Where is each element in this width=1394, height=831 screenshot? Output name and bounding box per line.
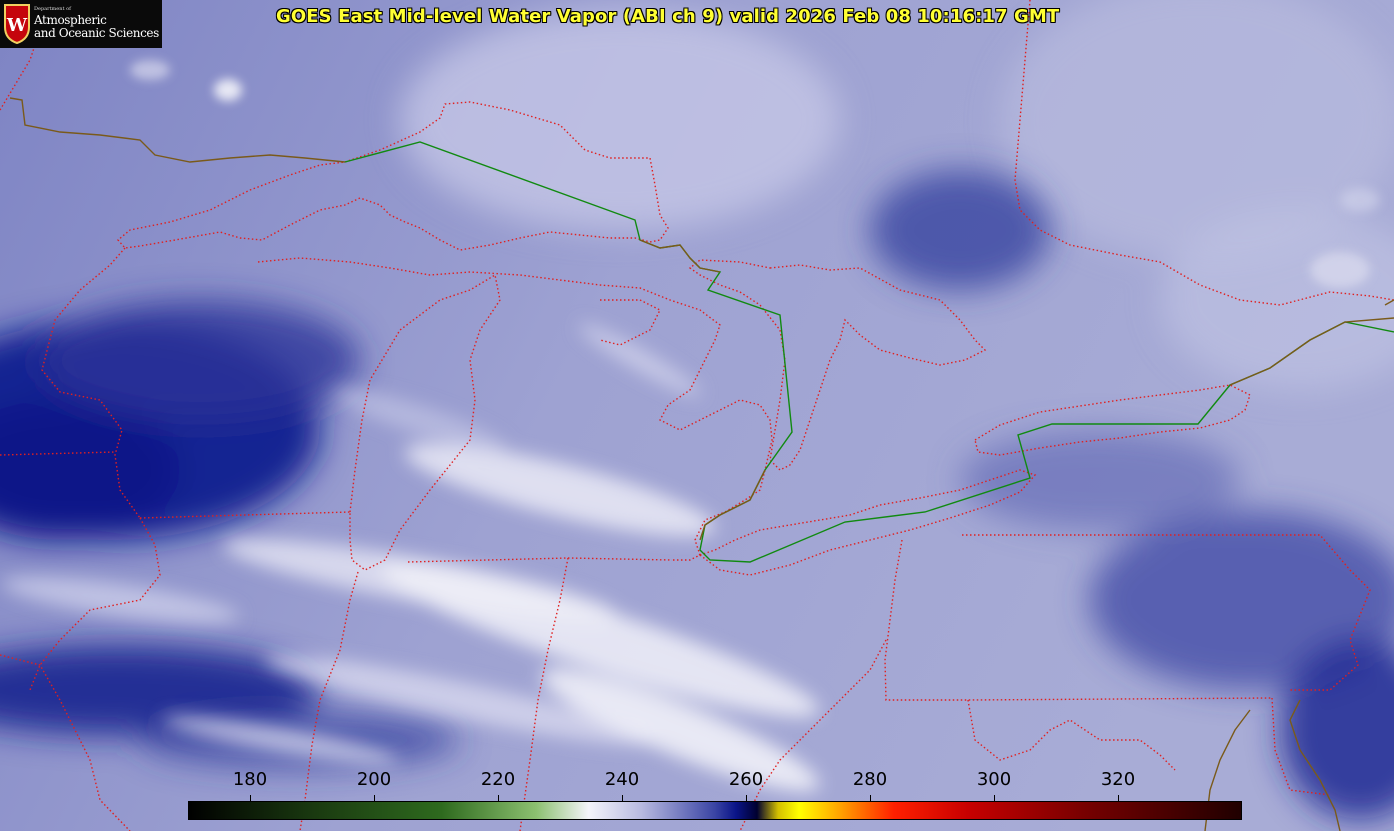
uw-crest-icon: W <box>4 4 30 45</box>
colorbar-tick-label: 300 <box>976 769 1012 790</box>
colorbar-tick-label: 220 <box>480 769 516 790</box>
image-title: GOES East Mid-level Water Vapor (ABI ch … <box>276 6 1060 27</box>
colorbar-tick-mark <box>994 795 995 801</box>
colorbar-tick-mark <box>1118 795 1119 801</box>
water-vapor-satellite-map <box>0 0 1394 831</box>
logo-line-2: and Oceanic Sciences <box>34 26 159 40</box>
colorbar-tick-mark <box>622 795 623 801</box>
colorbar-tick-mark <box>374 795 375 801</box>
colorbar-tick-mark <box>870 795 871 801</box>
colorbar-tick-label: 180 <box>232 769 268 790</box>
colorbar-tick-label: 320 <box>1100 769 1136 790</box>
colorbar-tick-mark <box>746 795 747 801</box>
colorbar-tick-mark <box>250 795 251 801</box>
uw-aos-logo: W Department of Atmospheric and Oceanic … <box>0 0 162 48</box>
colorbar-tick-label: 200 <box>356 769 392 790</box>
logo-department: Department of <box>34 6 71 12</box>
svg-text:W: W <box>6 15 28 36</box>
colorbar-tick-label: 260 <box>728 769 764 790</box>
brightness-temperature-colorbar <box>188 801 1242 820</box>
colorbar-tick-label: 280 <box>852 769 888 790</box>
colorbar-tick-label: 240 <box>604 769 640 790</box>
colorbar-tick-mark <box>498 795 499 801</box>
